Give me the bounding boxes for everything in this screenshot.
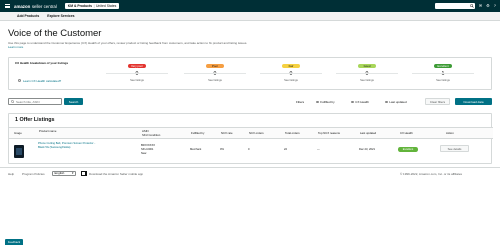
status-badge: Excellent [434, 64, 452, 69]
program-policies-link[interactable]: Program Policies [22, 172, 45, 176]
column-header[interactable]: Product name [39, 129, 69, 133]
column-header[interactable]: Last updated [360, 131, 376, 135]
row-ncx-orders: 0 [248, 148, 250, 151]
offer-listings-panel: 1 Offer Listings Image Product name ASIN… [8, 113, 493, 164]
learn-more-link[interactable]: Learn more [8, 45, 23, 49]
see-listings-link[interactable]: See listings [284, 79, 298, 82]
account-store: KM & Products [67, 4, 93, 8]
cx-card-good[interactable]: Good 0 See listings [335, 64, 399, 88]
filter-fulfilled-by[interactable]: Fulfilled by [316, 100, 335, 104]
qr-code-icon [81, 170, 87, 176]
logo[interactable]: amazon seller central [14, 4, 57, 9]
card-divider [260, 73, 322, 74]
card-divider [184, 73, 246, 74]
nav-explore-services[interactable]: Explore Services [47, 14, 74, 18]
logo-subtext: seller central [31, 3, 57, 9]
gear-icon[interactable]: ⚙ [486, 4, 490, 8]
column-header[interactable]: Total orders [285, 131, 300, 135]
account-region: United States [95, 4, 117, 8]
column-header: Image [14, 131, 22, 135]
card-divider [106, 73, 168, 74]
global-search-input[interactable] [434, 3, 475, 9]
filter-label: CX Health [355, 100, 369, 104]
column-header[interactable]: NCX rate [221, 131, 233, 135]
chevron-down-icon: ▾ [71, 171, 74, 176]
table-header: Image Product name ASIN SKU Condition Fu… [9, 127, 493, 139]
status-badge: Good [358, 64, 376, 69]
cx-card-poor[interactable]: Poor 0 See listings [183, 64, 247, 88]
column-header[interactable]: SKU Condition [142, 133, 164, 137]
radio-icon [385, 100, 388, 104]
status-badge: Very poor [128, 64, 146, 69]
row-last-updated: Dec 23, 2021 [359, 148, 375, 151]
cx-health-title: CX Health breakdown of your listings [15, 61, 69, 65]
filter-label: Last updated [389, 100, 407, 104]
help-link[interactable]: Help [8, 172, 14, 176]
search-icon[interactable] [469, 4, 474, 8]
row-top-reasons: — [317, 148, 320, 151]
copyright: © 1999-2022, Amazon.com, Inc. or its aff… [400, 172, 463, 176]
search-filter-row: Search title, ASIN Search Filters Fulfil… [8, 98, 492, 105]
status-badge: Poor [206, 64, 224, 69]
column-header[interactable]: Top NCX reasons [318, 131, 340, 135]
filter-label: Fulfilled by [320, 100, 335, 104]
offer-listings-title: 1 Offer Listings [15, 117, 55, 123]
account-separator: | [93, 4, 95, 8]
filters-label: Filters [296, 100, 305, 104]
page-title: Voice of the Customer [8, 28, 102, 39]
row-ncx-rate: 0% [220, 148, 224, 151]
language-value: English [54, 171, 65, 176]
see-listings-link[interactable]: See listings [360, 79, 374, 82]
column-header: Action [446, 131, 454, 135]
radio-icon [351, 100, 354, 104]
filter-cx-health[interactable]: CX Health [351, 100, 369, 104]
secondary-nav: Add Products Explore Services [0, 12, 500, 21]
product-image[interactable] [14, 145, 24, 158]
status-badge: Fair [282, 64, 300, 69]
see-listings-link[interactable]: See listings [436, 79, 450, 82]
nav-add-products[interactable]: Add Products [17, 14, 39, 18]
row-condition: New [141, 152, 147, 155]
see-details-button[interactable]: See details [440, 145, 469, 152]
cx-health-radio[interactable] [18, 79, 22, 83]
column-header[interactable]: CX Health [400, 131, 413, 135]
cx-health-badge: Excellent [398, 147, 418, 152]
column-header[interactable]: NCX orders [249, 131, 264, 135]
page-description: Use this page to understand the Customer… [8, 41, 248, 45]
search-placeholder: Search title, ASIN [16, 99, 40, 104]
help-icon[interactable]: ? [494, 4, 496, 8]
account-switcher[interactable]: KM & Products | United States [64, 3, 120, 9]
clear-filters-button[interactable]: Clear filters [425, 98, 450, 105]
see-listings-link[interactable]: See listings [208, 79, 222, 82]
card-divider [336, 73, 398, 74]
mobile-app-link[interactable]: Download the Amazon Seller mobile app [89, 172, 143, 176]
card-divider [412, 73, 474, 74]
feedback-button[interactable]: Feedback [5, 239, 23, 245]
cx-card-excellent[interactable]: Excellent 1 See listings [411, 64, 475, 88]
filter-last-updated[interactable]: Last updated [385, 100, 407, 104]
top-bar: amazon seller central KM & Products | Un… [0, 0, 500, 12]
radio-icon [316, 100, 319, 104]
listing-search-input[interactable]: Search title, ASIN [8, 98, 62, 105]
cx-health-breakdown-panel: CX Health breakdown of your listings Lea… [8, 57, 492, 90]
row-total-orders: 22 [284, 148, 287, 151]
download-data-button[interactable]: Download data [455, 98, 492, 105]
cx-card-fair[interactable]: Fair 0 See listings [259, 64, 323, 88]
row-sku: SKU-0001 [141, 148, 154, 151]
search-icon [11, 99, 15, 104]
cx-health-radio-label[interactable]: Learn CX Health calculated? [23, 79, 61, 83]
logo-text: amazon [14, 3, 31, 9]
search-button[interactable]: Search [64, 98, 83, 105]
menu-icon[interactable] [2, 0, 12, 12]
product-name-link[interactable]: Phone Cutting Belt, Premium Screen Prote… [38, 142, 98, 149]
language-select[interactable]: English ▾ [52, 170, 76, 176]
see-listings-link[interactable]: See listings [130, 79, 144, 82]
mail-icon[interactable]: ✉ [479, 4, 482, 8]
row-fulfilled-by: Merchant [190, 148, 202, 151]
footer: Help Program Policies English ▾ Download… [0, 167, 500, 177]
cx-card-very-poor[interactable]: Very poor 0 See listings [105, 64, 169, 88]
row-asin: B0XXXXXX [141, 144, 156, 147]
column-header[interactable]: Fulfilled by [191, 131, 204, 135]
